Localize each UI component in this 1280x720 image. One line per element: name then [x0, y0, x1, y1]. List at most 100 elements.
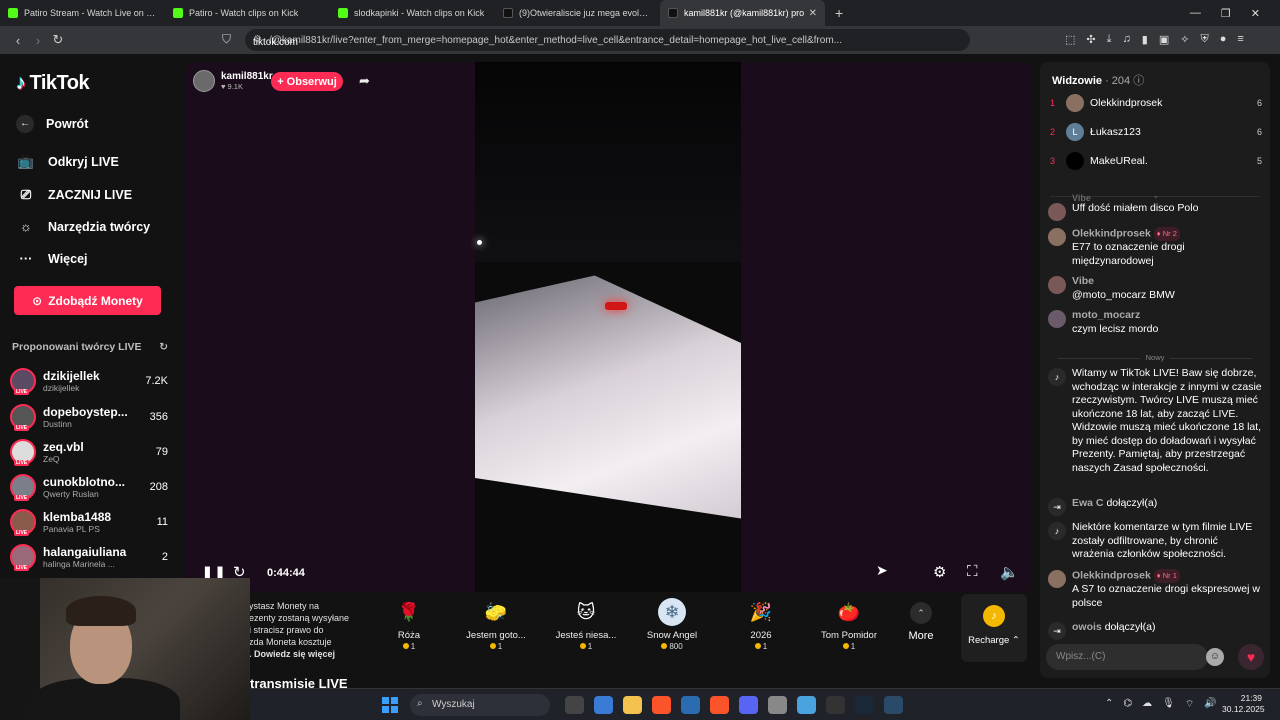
suggested-creator[interactable]: LIVE dzikijellek dzikijellek 7.2K: [10, 364, 168, 398]
settings-icon[interactable]: ⚙: [933, 563, 946, 581]
store-icon[interactable]: [681, 696, 700, 714]
chevron-down-icon[interactable]: ⌄: [1152, 190, 1160, 201]
suggested-creators-header: Proponowani twórcy LIVE ↻: [12, 341, 168, 353]
close-tab-icon[interactable]: ✕: [805, 8, 817, 19]
rank-badge: ♦ Nr 2: [1153, 227, 1180, 241]
emoji-icon[interactable]: ☺: [1206, 648, 1224, 666]
back-arrow-icon[interactable]: ‹: [8, 33, 28, 48]
learn-more-link[interactable]: . Dowiedz się więcej: [249, 649, 335, 659]
back-link[interactable]: ← Powrót: [16, 115, 88, 133]
restore-icon[interactable]: ❐: [1221, 7, 1231, 20]
download-icon[interactable]: ⤓: [1107, 33, 1112, 46]
sidebar-icon[interactable]: ▮: [1142, 33, 1148, 46]
fullscreen-icon[interactable]: ⛶: [967, 563, 978, 580]
browser-tab[interactable]: Patiro - Watch clips on Kick: [165, 0, 330, 26]
host-info[interactable]: kamil881kr ♥ 9.1K: [193, 70, 273, 92]
file-explorer-icon[interactable]: [623, 696, 642, 714]
info-icon[interactable]: ⓘ: [1133, 75, 1144, 87]
settings-icon[interactable]: [768, 696, 787, 714]
cloud-icon[interactable]: ☁: [1142, 698, 1152, 711]
taskbar-clock[interactable]: 21:39 30.12.2025: [1222, 693, 1265, 715]
microphone-icon[interactable]: 🎙: [1162, 698, 1175, 711]
steam-icon[interactable]: [855, 696, 874, 714]
speaker-icon[interactable]: 🔊: [1204, 698, 1216, 711]
close-window-icon[interactable]: ✕: [1251, 7, 1260, 20]
extension-icon[interactable]: ⬚: [1065, 33, 1075, 46]
notepad-icon[interactable]: [797, 696, 816, 714]
more-gifts-button[interactable]: ⌃ More: [903, 602, 939, 642]
join-message: ⇥ Ewa C dołączył(a): [1048, 497, 1262, 516]
avatar: LIVE: [10, 439, 36, 466]
wifi-icon[interactable]: ⌔: [1185, 698, 1194, 711]
gift-item[interactable]: ❄ Snow Angel 800: [631, 598, 713, 651]
top-viewer-row[interactable]: 2 L Łukasz123 6: [1050, 121, 1262, 143]
suggested-creator[interactable]: LIVE cunokblotno... Qwerty Ruslan 208: [10, 470, 168, 504]
follow-button[interactable]: + Obserwuj: [271, 72, 343, 91]
suggested-creator[interactable]: LIVE dopeboystep... Dustinn 356: [10, 400, 168, 434]
top-viewer-row[interactable]: 1 Olekkindprosek 6: [1050, 92, 1262, 114]
address-bar[interactable]: ⚙ tiktok.com/@kamil881kr/live?enter_from…: [245, 29, 970, 51]
chat-input[interactable]: Wpisz...(C): [1046, 644, 1208, 670]
discord-icon[interactable]: [739, 696, 758, 714]
chat-message: Vibe @moto_mocarz BMW: [1048, 275, 1262, 302]
nav-start-live[interactable]: ⎚ ZACZNIJ LIVE: [16, 187, 132, 203]
puzzle-icon[interactable]: ✣: [1086, 33, 1095, 46]
share-icon[interactable]: ➦: [359, 73, 370, 89]
wallet-icon[interactable]: ▣: [1159, 33, 1169, 46]
taskbar-apps: [565, 696, 903, 714]
gift-item[interactable]: 🍅 Tom Pomidor 1: [808, 598, 890, 652]
recharge-button[interactable]: ♪ Recharge ⌃: [961, 594, 1027, 662]
obs-icon[interactable]: [826, 696, 845, 714]
more-dots-icon: ···: [19, 251, 33, 266]
coin-icon: [579, 643, 586, 649]
live-video-player[interactable]: kamil881kr ♥ 9.1K + Obserwuj ➦ ❚❚ ↻ 0:44…: [185, 62, 1031, 592]
browser-tab-active[interactable]: kamil881kr (@kamil881kr) pro ✕: [660, 0, 825, 26]
reload-icon[interactable]: ↻: [48, 32, 68, 48]
profile-icon[interactable]: ●: [1220, 33, 1227, 46]
suggested-creator[interactable]: LIVE halangaiuliana halinga Marinela ... …: [10, 540, 168, 574]
forward-arrow-icon[interactable]: ›: [28, 33, 48, 48]
taskbar-search[interactable]: ⌕ Wyszukaj: [410, 694, 550, 716]
nav-discover-live[interactable]: 📺 Odkryj LIVE: [16, 154, 119, 170]
vpn-shield-icon[interactable]: ⛨: [1200, 33, 1208, 46]
copilot-icon[interactable]: [594, 696, 613, 714]
new-tab-button[interactable]: +: [825, 5, 853, 21]
minimize-icon[interactable]: —: [1190, 7, 1201, 20]
leo-icon[interactable]: ✧: [1180, 33, 1189, 46]
gift-item[interactable]: 🧽 Jestem goto... 1: [455, 598, 537, 652]
network-icon[interactable]: ⌬: [1123, 698, 1132, 711]
join-message: ⇥ owois dołączył(a): [1048, 621, 1262, 640]
host-avatar[interactable]: [193, 70, 215, 92]
brave-active-icon[interactable]: [710, 696, 729, 714]
host-name[interactable]: kamil881kr: [221, 71, 273, 82]
gift-item[interactable]: 🌹 Róża 1: [368, 598, 450, 652]
windows-start-icon[interactable]: [382, 697, 398, 713]
like-heart-icon[interactable]: ♥: [1238, 644, 1264, 670]
get-coins-button[interactable]: ⊙ Zdobądź Monety: [14, 286, 161, 315]
task-view-icon[interactable]: [565, 696, 584, 714]
video-frame[interactable]: [475, 62, 741, 592]
music-icon[interactable]: ♫: [1123, 33, 1131, 46]
menu-icon[interactable]: ≡: [1237, 33, 1243, 46]
brave-icon[interactable]: [652, 696, 671, 714]
chevron-up-icon[interactable]: ⌃: [1105, 698, 1113, 711]
refresh-icon[interactable]: ↻: [159, 341, 168, 353]
system-tray: ⌃ ⌬ ☁ 🎙 ⌔ 🔊: [1105, 698, 1217, 711]
bookmark-icon[interactable]: ⛉: [222, 32, 231, 47]
browser-tab[interactable]: Patiro Stream - Watch Live on Kick: [0, 0, 165, 26]
top-viewer-row[interactable]: 3 MakeUReal. 5: [1050, 150, 1262, 172]
nav-more[interactable]: ··· Więcej: [16, 251, 88, 266]
tiktok-logo[interactable]: ♪ TikTok: [16, 72, 90, 95]
gift-item[interactable]: 🎉 2026 1: [720, 598, 802, 652]
suggested-creator[interactable]: LIVE klemba1488 Panavia PL PS 11: [10, 505, 168, 539]
gift-item[interactable]: 🐱 Jesteś niesa... 1: [545, 598, 627, 652]
volume-icon[interactable]: 🔈: [1000, 563, 1019, 581]
nav-creator-tools[interactable]: ☼ Narzędzia twórcy: [16, 219, 150, 234]
avatar: [1066, 94, 1084, 112]
browser-tab[interactable]: (9)Otwieraliscie juz mega evolution?: [495, 0, 660, 26]
lightbulb-icon: ☼: [20, 219, 32, 234]
app-icon[interactable]: [884, 696, 903, 714]
chat-message: Olekkindprosek ♦ Nr 1 A S7 to oznaczenie …: [1048, 569, 1262, 610]
suggested-creator[interactable]: LIVE zeq.vbl ZeQ 79: [10, 435, 168, 469]
browser-tab[interactable]: slodkapinki - Watch clips on Kick: [330, 0, 495, 26]
